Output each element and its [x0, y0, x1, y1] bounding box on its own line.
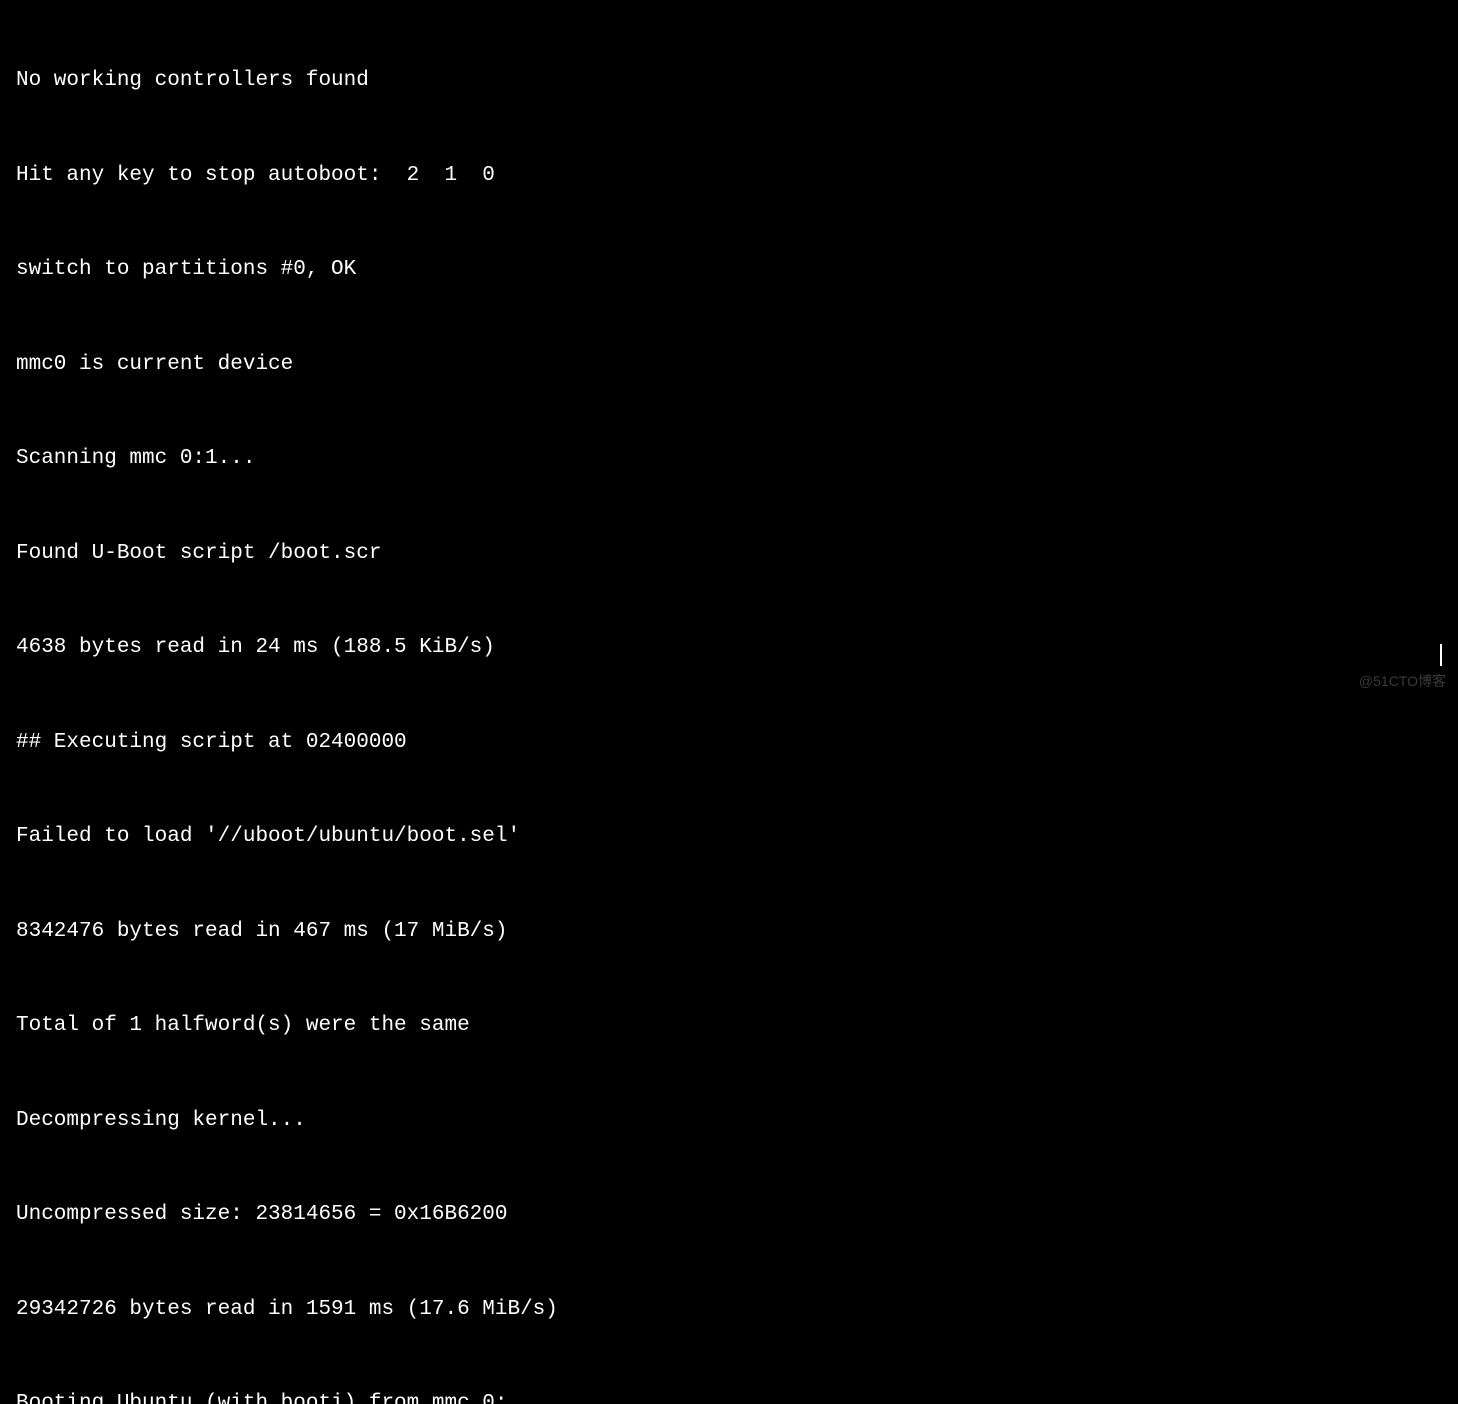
- terminal-output: No working controllers found Hit any key…: [16, 2, 1442, 1404]
- boot-line: 4638 bytes read in 24 ms (188.5 KiB/s): [16, 632, 1442, 664]
- boot-line: Hit any key to stop autoboot: 2 1 0: [16, 160, 1442, 192]
- boot-line: Decompressing kernel...: [16, 1105, 1442, 1137]
- boot-line: switch to partitions #0, OK: [16, 254, 1442, 286]
- boot-line: Total of 1 halfword(s) were the same: [16, 1010, 1442, 1042]
- boot-line: Failed to load '//uboot/ubuntu/boot.sel': [16, 821, 1442, 853]
- boot-line: Booting Ubuntu (with booti) from mmc 0:.…: [16, 1388, 1442, 1404]
- boot-line: Uncompressed size: 23814656 = 0x16B6200: [16, 1199, 1442, 1231]
- boot-line: ## Executing script at 02400000: [16, 727, 1442, 759]
- boot-line: 29342726 bytes read in 1591 ms (17.6 MiB…: [16, 1294, 1442, 1326]
- terminal-cursor: [1440, 644, 1442, 666]
- boot-line: Found U-Boot script /boot.scr: [16, 538, 1442, 570]
- boot-line: mmc0 is current device: [16, 349, 1442, 381]
- watermark-text: @51CTO博客: [1359, 671, 1446, 692]
- boot-line: Scanning mmc 0:1...: [16, 443, 1442, 475]
- boot-line: 8342476 bytes read in 467 ms (17 MiB/s): [16, 916, 1442, 948]
- boot-line: No working controllers found: [16, 65, 1442, 97]
